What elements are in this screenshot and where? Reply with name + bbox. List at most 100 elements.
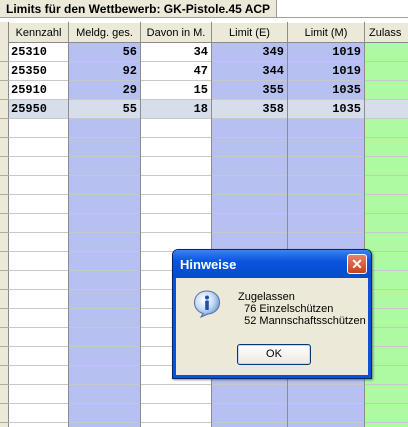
table-cell[interactable] xyxy=(69,385,140,404)
table-cell[interactable] xyxy=(9,328,68,347)
table-cell[interactable] xyxy=(9,366,68,385)
table-cell[interactable] xyxy=(9,252,68,271)
row-header[interactable] xyxy=(0,43,9,62)
table-cell[interactable]: 34 xyxy=(141,43,211,62)
table-cell[interactable]: 344 xyxy=(212,62,287,81)
table-cell[interactable] xyxy=(141,119,211,138)
table-cell[interactable]: 29 xyxy=(69,81,140,100)
row-header[interactable] xyxy=(0,214,9,233)
table-cell[interactable] xyxy=(9,347,68,366)
table-cell[interactable]: 358 xyxy=(212,100,287,119)
table-cell[interactable] xyxy=(9,157,68,176)
table-cell[interactable] xyxy=(365,43,408,62)
row-header[interactable] xyxy=(0,233,9,252)
row-header[interactable] xyxy=(0,138,9,157)
row-header[interactable] xyxy=(0,195,9,214)
ok-button[interactable]: OK xyxy=(237,344,311,365)
table-cell[interactable] xyxy=(212,138,287,157)
table-cell[interactable] xyxy=(288,138,364,157)
row-header[interactable] xyxy=(0,62,9,81)
table-cell[interactable] xyxy=(212,385,287,404)
row-header[interactable] xyxy=(0,252,9,271)
table-cell[interactable] xyxy=(69,309,140,328)
table-cell[interactable] xyxy=(69,366,140,385)
row-header[interactable] xyxy=(0,404,9,423)
table-cell[interactable] xyxy=(69,404,140,423)
table-cell[interactable]: 1019 xyxy=(288,43,364,62)
header-meldg-ges[interactable]: Meldg. ges. xyxy=(69,22,140,43)
table-cell[interactable] xyxy=(365,157,408,176)
row-header[interactable] xyxy=(0,100,9,119)
table-cell[interactable] xyxy=(212,423,287,427)
table-cell[interactable] xyxy=(365,385,408,404)
row-header[interactable] xyxy=(0,176,9,195)
table-cell[interactable] xyxy=(69,271,140,290)
table-cell[interactable] xyxy=(365,81,408,100)
table-cell[interactable] xyxy=(9,271,68,290)
row-header[interactable] xyxy=(0,290,9,309)
table-cell[interactable] xyxy=(212,195,287,214)
table-cell[interactable]: 55 xyxy=(69,100,140,119)
table-cell[interactable] xyxy=(141,423,211,427)
table-cell[interactable] xyxy=(9,176,68,195)
table-cell[interactable] xyxy=(141,404,211,423)
table-cell[interactable]: 92 xyxy=(69,62,140,81)
table-cell[interactable]: 15 xyxy=(141,81,211,100)
table-cell[interactable] xyxy=(288,404,364,423)
header-zulass[interactable]: Zulass xyxy=(365,22,408,43)
row-header[interactable] xyxy=(0,328,9,347)
row-header[interactable] xyxy=(0,347,9,366)
table-cell[interactable] xyxy=(141,214,211,233)
table-cell[interactable] xyxy=(69,252,140,271)
table-cell[interactable]: 1035 xyxy=(288,100,364,119)
table-cell[interactable] xyxy=(69,176,140,195)
table-cell[interactable] xyxy=(365,195,408,214)
table-cell[interactable] xyxy=(288,176,364,195)
table-cell[interactable]: 25350 xyxy=(9,62,68,81)
table-cell[interactable] xyxy=(69,347,140,366)
table-cell[interactable] xyxy=(288,195,364,214)
table-cell[interactable] xyxy=(9,290,68,309)
header-kennzahl[interactable]: Kennzahl xyxy=(9,22,68,43)
table-cell[interactable] xyxy=(288,214,364,233)
table-cell[interactable]: 25950 xyxy=(9,100,68,119)
table-cell[interactable]: 56 xyxy=(69,43,140,62)
table-cell[interactable]: 355 xyxy=(212,81,287,100)
header-limit-m[interactable]: Limit (M) xyxy=(288,22,364,43)
row-header[interactable] xyxy=(0,81,9,100)
table-cell[interactable] xyxy=(288,119,364,138)
table-cell[interactable] xyxy=(365,214,408,233)
table-cell[interactable]: 25910 xyxy=(9,81,68,100)
table-cell[interactable] xyxy=(69,328,140,347)
table-cell[interactable] xyxy=(69,119,140,138)
table-cell[interactable]: 18 xyxy=(141,100,211,119)
table-cell[interactable] xyxy=(9,404,68,423)
row-header[interactable] xyxy=(0,366,9,385)
row-header[interactable] xyxy=(0,157,9,176)
header-limit-e[interactable]: Limit (E) xyxy=(212,22,287,43)
table-cell[interactable] xyxy=(69,233,140,252)
table-cell[interactable] xyxy=(365,233,408,252)
row-header[interactable] xyxy=(0,423,9,427)
table-cell[interactable] xyxy=(365,119,408,138)
table-cell[interactable] xyxy=(365,138,408,157)
table-cell[interactable]: 47 xyxy=(141,62,211,81)
table-cell[interactable] xyxy=(9,119,68,138)
table-cell[interactable] xyxy=(212,404,287,423)
table-cell[interactable]: 349 xyxy=(212,43,287,62)
table-cell[interactable]: 1035 xyxy=(288,81,364,100)
table-cell[interactable] xyxy=(288,423,364,427)
table-cell[interactable] xyxy=(69,157,140,176)
table-cell[interactable]: 25310 xyxy=(9,43,68,62)
row-header[interactable] xyxy=(0,309,9,328)
table-cell[interactable] xyxy=(9,385,68,404)
table-cell[interactable] xyxy=(141,138,211,157)
table-cell[interactable] xyxy=(9,423,68,427)
table-cell[interactable] xyxy=(365,404,408,423)
table-cell[interactable] xyxy=(69,290,140,309)
table-cell[interactable] xyxy=(69,138,140,157)
table-cell[interactable] xyxy=(9,195,68,214)
table-cell[interactable] xyxy=(212,176,287,195)
close-icon[interactable]: ✕ xyxy=(347,254,367,274)
table-cell[interactable] xyxy=(212,119,287,138)
